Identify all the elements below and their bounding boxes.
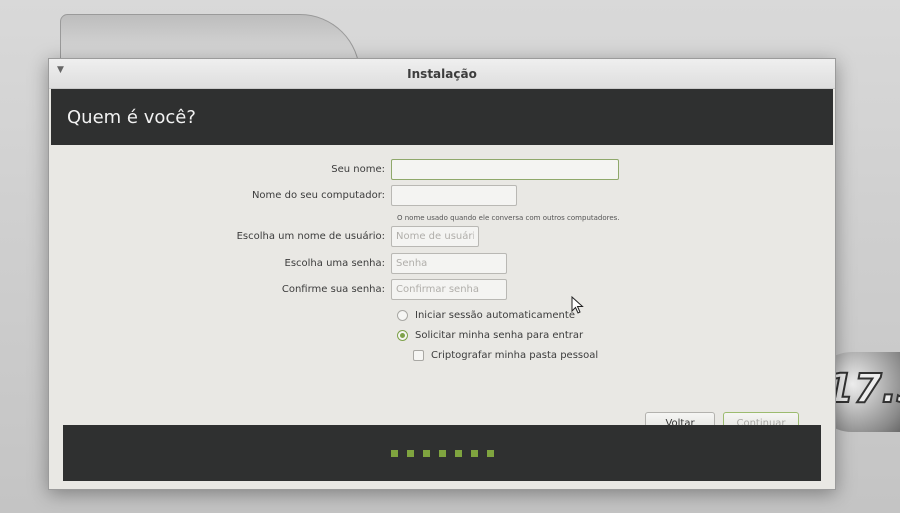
password-label: Escolha uma senha: [284, 258, 386, 269]
confirm-password-label: Confirme sua senha: [281, 284, 385, 295]
computer-name-hint: O nome usado quando ele conversa com out… [397, 214, 620, 222]
name-row: Seu nome: [49, 159, 619, 180]
computer-name-label: Nome do seu computador: [251, 190, 385, 201]
name-input[interactable] [391, 159, 619, 180]
computer-row: Nome do seu computador: [49, 185, 517, 206]
progress-step-dot [390, 449, 398, 457]
mouse-cursor-icon [571, 296, 584, 314]
require-password-radio[interactable] [397, 330, 408, 341]
password-input[interactable] [391, 253, 507, 274]
user-form: Seu nome: Nome do seu computador: O nome… [49, 145, 835, 434]
password-row: Escolha uma senha: [49, 253, 507, 274]
auto-login-radio[interactable] [397, 310, 408, 321]
page-title: Quem é você? [67, 106, 196, 128]
confirm-password-input[interactable] [391, 279, 507, 300]
installer-window: ▼ Instalação Quem é você? Seu nome: Nome… [48, 58, 836, 490]
window-title: Instalação [407, 67, 477, 81]
require-password-label: Solicitar minha senha para entrar [415, 330, 584, 341]
progress-step-dot [438, 449, 446, 457]
encrypt-home-checkbox[interactable] [413, 350, 424, 361]
name-label: Seu nome: [331, 164, 385, 175]
progress-step-dot [486, 449, 494, 457]
encrypt-home-label: Criptografar minha pasta pessoal [431, 350, 599, 361]
require-password-option[interactable]: Solicitar minha senha para entrar [397, 330, 583, 341]
title-bar[interactable]: ▼ Instalação [49, 59, 835, 89]
username-label: Escolha um nome de usuário: [236, 231, 385, 242]
progress-step-dot [422, 449, 430, 457]
confirm-row: Confirme sua senha: [49, 279, 507, 300]
progress-step-dot [406, 449, 414, 457]
computer-name-input[interactable] [391, 185, 517, 206]
encrypt-home-option[interactable]: Criptografar minha pasta pessoal [413, 350, 598, 361]
auto-login-option[interactable]: Iniciar sessão automaticamente [397, 310, 575, 321]
page-header: Quem é você? [51, 89, 833, 145]
auto-login-label: Iniciar sessão automaticamente [415, 310, 575, 321]
username-input[interactable] [391, 226, 479, 247]
username-row: Escolha um nome de usuário: [49, 226, 479, 247]
progress-step-dot [454, 449, 462, 457]
progress-step-dot [470, 449, 478, 457]
progress-footer [63, 425, 821, 481]
